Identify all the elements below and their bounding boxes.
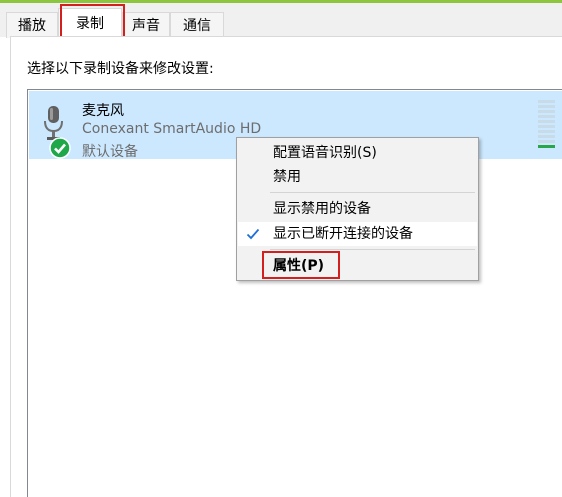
menu-item-show-disabled-devices[interactable]: 显示禁用的设备 (238, 197, 477, 221)
instruction-text: 选择以下录制设备来修改设置: (27, 61, 214, 77)
level-segment (538, 130, 555, 133)
menu-item-label: 显示禁用的设备 (273, 201, 371, 217)
level-segment (538, 100, 555, 103)
tab-communications[interactable]: 通信 (170, 12, 224, 38)
device-description: Conexant SmartAudio HD (82, 121, 262, 137)
level-segment (538, 115, 555, 118)
menu-item-disable[interactable]: 禁用 (238, 165, 477, 189)
menu-item-properties[interactable]: 属性(P) (238, 254, 477, 278)
checkmark-icon (246, 228, 260, 240)
menu-item-label: 属性(P) (273, 258, 325, 274)
menu-item-label: 禁用 (273, 169, 301, 185)
level-segment (538, 140, 555, 143)
level-segment-active (538, 145, 555, 148)
menu-separator (270, 249, 475, 250)
default-device-check-icon (49, 137, 71, 159)
tab-playback[interactable]: 播放 (6, 12, 58, 38)
device-status: 默认设备 (82, 144, 138, 160)
level-segment (538, 125, 555, 128)
tab-strip: 播放 录制 声音 通信 (0, 3, 562, 40)
menu-item-show-disconnected-devices[interactable]: 显示已断开连接的设备 (238, 222, 477, 246)
menu-item-label: 显示已断开连接的设备 (273, 226, 413, 242)
level-segment (538, 105, 555, 108)
menu-item-label: 配置语音识别(S) (273, 145, 377, 161)
menu-item-configure-speech-recognition[interactable]: 配置语音识别(S) (238, 141, 477, 165)
level-segment (538, 110, 555, 113)
device-name: 麦克风 (82, 103, 124, 119)
menu-separator (270, 192, 475, 193)
microphone-icon (44, 106, 63, 140)
device-context-menu: 配置语音识别(S) 禁用 显示禁用的设备 显示已断开连接的设备 属性(P) (236, 137, 479, 281)
tab-sounds[interactable]: 声音 (122, 12, 170, 38)
input-level-meter (538, 100, 555, 148)
level-segment (538, 120, 555, 123)
level-segment (538, 135, 555, 138)
